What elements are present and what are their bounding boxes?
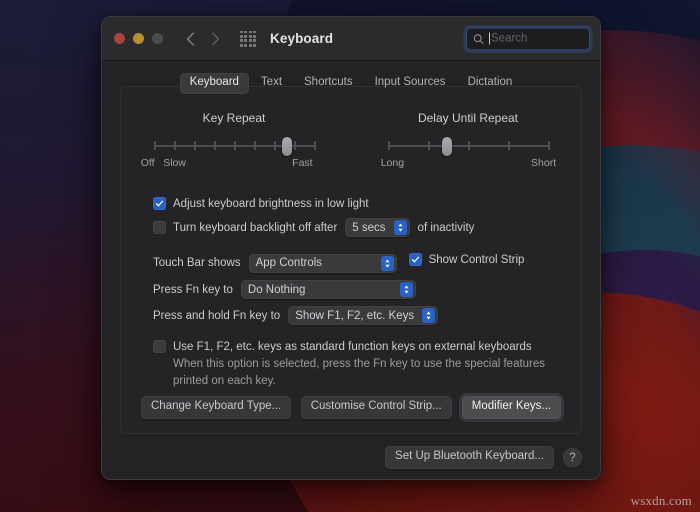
stepper-arrows-icon[interactable] [380,255,394,271]
use-f-keys-description: When this option is selected, press the … [173,358,546,387]
press-fn-row: Press Fn key to Do Nothing [153,280,561,299]
key-repeat-slider-knob[interactable] [281,137,292,156]
delay-until-repeat-labels: Long Short [378,157,558,171]
delay-label-long: Long [380,157,405,169]
set-up-bluetooth-keyboard-button[interactable]: Set Up Bluetooth Keyboard... [385,446,554,469]
chevron-right-icon [211,31,219,46]
tab-keyboard[interactable]: Keyboard [179,73,249,94]
press-fn-popup[interactable]: Do Nothing [240,280,416,299]
key-repeat-label-slow: Slow [163,157,186,169]
key-repeat-group: Key Repeat Off Slow Fast [140,111,324,171]
tab-text[interactable]: Text [251,73,292,94]
touchbar-settings: Touch Bar shows App Controls Show Contro… [141,253,561,325]
modifier-keys-button[interactable]: Modifier Keys... [461,396,561,419]
use-f-keys-row[interactable]: Use F1, F2, etc. keys as standard functi… [153,340,561,353]
use-f-keys-checkbox[interactable] [153,340,166,353]
tab-panel: Key Repeat Off Slow Fast Delay Until Rep… [120,86,582,434]
show-control-strip-row[interactable]: Show Control Strip [408,253,525,266]
backlight-off-label: Turn keyboard backlight off after [173,221,338,234]
zoom-button[interactable] [152,33,163,44]
press-fn-value: Do Nothing [247,283,306,296]
backlight-off-row[interactable]: Turn keyboard backlight off after 5 secs… [153,218,561,237]
tab-dictation[interactable]: Dictation [458,73,523,94]
close-button[interactable] [114,33,125,44]
tab-bar: Keyboard Text Shortcuts Input Sources Di… [120,73,582,94]
customise-control-strip-button[interactable]: Customise Control Strip... [300,396,452,419]
delay-until-repeat-title: Delay Until Repeat [417,111,519,125]
delay-label-short: Short [531,157,557,169]
touch-bar-row: Touch Bar shows App Controls Show Contro… [153,253,561,273]
slider-section: Key Repeat Off Slow Fast Delay Until Rep… [141,111,561,171]
backlight-options: Adjust keyboard brightness in low light … [141,197,561,237]
watermark: wsxdn.com [630,493,692,508]
press-hold-fn-row: Press and hold Fn key to Show F1, F2, et… [153,306,561,325]
backlight-off-checkbox[interactable] [153,221,166,234]
tab-input-sources[interactable]: Input Sources [365,73,456,94]
delay-until-repeat-slider[interactable] [388,137,550,156]
page-title: Keyboard [270,31,334,46]
adjust-brightness-row[interactable]: Adjust keyboard brightness in low light [153,197,561,210]
press-hold-fn-value: Show F1, F2, etc. Keys [295,309,415,322]
key-repeat-labels: Off Slow Fast [140,157,324,171]
window-footer: Set Up Bluetooth Keyboard... ? [385,446,582,469]
use-f-keys-label: Use F1, F2, etc. keys as standard functi… [173,340,532,353]
search-icon [473,33,484,44]
key-repeat-title: Key Repeat [202,111,266,125]
search-placeholder: Search [491,32,528,45]
help-button[interactable]: ? [563,448,582,468]
keyboard-preferences-window: Keyboard Search Keyboard Text Shortcuts … [101,16,601,480]
search-field[interactable]: Search [466,27,590,50]
checkmark-icon [155,200,164,207]
backlight-off-suffix: of inactivity [417,221,475,234]
minimize-button[interactable] [133,33,144,44]
stepper-arrows-icon[interactable] [399,282,413,297]
touch-bar-label: Touch Bar shows [153,257,241,269]
press-fn-label: Press Fn key to [153,283,233,296]
key-repeat-label-off: Off [140,157,155,169]
backlight-delay-value: 5 secs [352,221,386,234]
forward-button[interactable] [206,28,224,50]
press-hold-fn-popup[interactable]: Show F1, F2, etc. Keys [288,306,439,325]
change-keyboard-type-button[interactable]: Change Keyboard Type... [141,396,292,419]
back-button[interactable] [181,28,199,50]
press-hold-fn-label: Press and hold Fn key to [153,309,281,322]
chevron-left-icon [186,31,194,46]
delay-until-repeat-group: Delay Until Repeat Long Short [378,111,558,171]
function-keys-option: Use F1, F2, etc. keys as standard functi… [141,340,561,389]
touch-bar-value: App Controls [255,257,323,269]
delay-until-repeat-slider-knob[interactable] [442,137,453,156]
checkmark-icon [411,256,419,263]
window-titlebar: Keyboard Search [102,17,600,61]
window-controls [114,33,163,44]
key-repeat-label-fast: Fast [292,157,313,169]
backlight-delay-popup[interactable]: 5 secs [345,218,410,237]
stepper-arrows-icon[interactable] [393,220,407,235]
panel-button-bar: Change Keyboard Type... Customise Contro… [141,396,561,419]
adjust-brightness-label: Adjust keyboard brightness in low light [173,197,369,210]
touch-bar-popup[interactable]: App Controls [248,253,397,273]
tab-shortcuts[interactable]: Shortcuts [294,73,363,94]
text-caret [489,32,490,45]
stepper-arrows-icon[interactable] [422,308,436,323]
adjust-brightness-checkbox[interactable] [153,197,166,210]
key-repeat-slider[interactable] [154,137,316,156]
show-control-strip-label: Show Control Strip [428,253,525,266]
show-control-strip-checkbox[interactable] [408,253,422,266]
show-all-grid-icon[interactable] [240,30,256,47]
window-content: Keyboard Text Shortcuts Input Sources Di… [102,61,600,479]
